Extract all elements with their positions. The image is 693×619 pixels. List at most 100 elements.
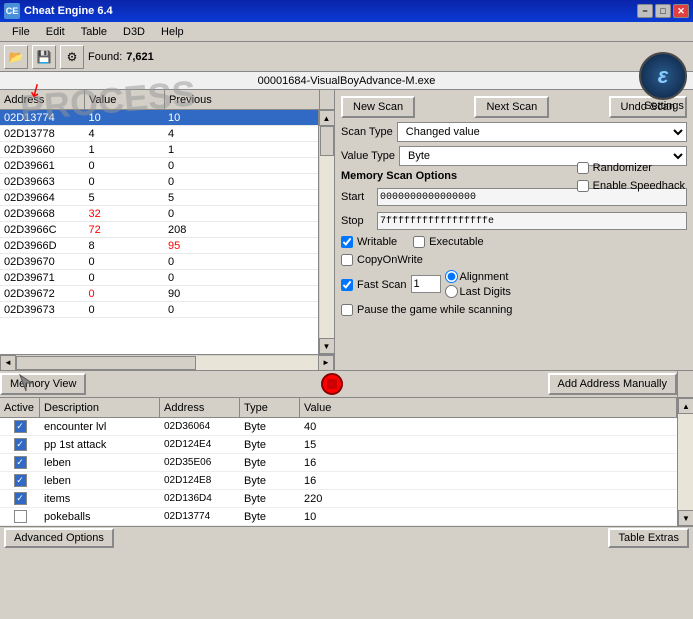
speedhack-checkbox[interactable] — [577, 180, 589, 192]
addr-checkbox[interactable] — [14, 492, 27, 505]
addr-scroll-down[interactable]: ▼ — [678, 510, 693, 526]
scan-scrollbar[interactable]: ▲ ▼ — [318, 110, 334, 354]
menu-edit[interactable]: Edit — [38, 24, 73, 40]
hscroll-left-btn[interactable]: ◄ — [0, 355, 16, 371]
addr-cell-value: 16 — [300, 454, 677, 471]
scan-cell-value: 4 — [84, 126, 164, 141]
minimize-button[interactable]: − — [637, 4, 653, 18]
stop-area — [86, 373, 547, 396]
add-address-button[interactable]: Add Address Manually — [548, 373, 677, 395]
addr-checkbox[interactable] — [14, 438, 27, 451]
executable-checkbox[interactable] — [413, 236, 425, 248]
addr-cell-active — [0, 472, 40, 489]
addr-cell-type: Byte — [240, 418, 300, 435]
scan-cell-value: 32 — [84, 206, 164, 221]
cow-label: CopyOnWrite — [357, 254, 423, 266]
scan-row[interactable]: 02D3967100 — [0, 270, 318, 286]
scan-row[interactable]: 02D3966011 — [0, 142, 318, 158]
toolbar-btn-2[interactable]: 💾 — [32, 45, 56, 69]
advanced-options-button[interactable]: Advanced Options — [4, 528, 114, 548]
writable-checkbox[interactable] — [341, 236, 353, 248]
address-table-inner: Active Description Address Type Value en… — [0, 398, 677, 526]
scan-row[interactable]: 02D3966C72208 — [0, 222, 318, 238]
addr-scroll-up[interactable]: ▲ — [678, 398, 693, 414]
scan-cell-previous: 1 — [164, 142, 318, 157]
addr-row[interactable]: leben02D35E06Byte16 — [0, 454, 677, 472]
fast-scan-checkbox[interactable] — [341, 279, 353, 291]
scan-hscrollbar[interactable]: ◄ ► — [0, 354, 334, 370]
side-scrollbar-top — [677, 371, 693, 397]
addr-row[interactable]: items02D136D4Byte220 — [0, 490, 677, 508]
scan-row[interactable]: 02D3966300 — [0, 174, 318, 190]
next-scan-button[interactable]: Next Scan — [474, 96, 549, 118]
cow-checkbox[interactable] — [341, 254, 353, 266]
scroll-thumb[interactable] — [320, 126, 334, 156]
toolbar-btn-3[interactable]: ⚙ — [60, 45, 84, 69]
scan-cell-value: 5 — [84, 190, 164, 205]
addr-scrollbar[interactable]: ▲ ▼ — [677, 398, 693, 526]
menu-table[interactable]: Table — [73, 24, 115, 40]
col-value-header: Value — [300, 398, 677, 417]
randomizer-label: Randomizer — [593, 162, 652, 174]
menu-file[interactable]: File — [4, 24, 38, 40]
menu-help[interactable]: Help — [153, 24, 192, 40]
address-rows: encounter lvl02D36064Byte40pp 1st attack… — [0, 418, 677, 526]
memory-scan-label: Memory Scan Options — [341, 170, 457, 182]
menu-bar: File Edit Table D3D Help — [0, 22, 693, 42]
pause-checkbox[interactable] — [341, 304, 353, 316]
app-title: Cheat Engine 6.4 — [24, 5, 113, 17]
addr-cell-desc: pokeballs — [40, 508, 160, 525]
scan-buttons: New Scan Next Scan Undo Scan — [341, 96, 687, 118]
value-type-label: Value Type — [341, 150, 395, 162]
scan-cell-address: 02D39673 — [0, 302, 84, 317]
scan-row[interactable]: 02D3967300 — [0, 302, 318, 318]
scan-row[interactable]: 02D3966100 — [0, 158, 318, 174]
scan-row[interactable]: 02D3966455 — [0, 190, 318, 206]
scan-cell-value: 0 — [84, 270, 164, 285]
stop-button[interactable] — [321, 373, 343, 395]
last-digits-radio[interactable] — [445, 285, 458, 298]
scroll-up-btn[interactable]: ▲ — [319, 110, 335, 126]
scan-row[interactable]: 02D39672090 — [0, 286, 318, 302]
addr-row[interactable]: pp 1st attack02D124E4Byte15 — [0, 436, 677, 454]
new-scan-button[interactable]: New Scan — [341, 96, 415, 118]
cow-row: CopyOnWrite — [341, 254, 687, 266]
scroll-track[interactable] — [320, 126, 334, 338]
address-table-area: Active Description Address Type Value en… — [0, 398, 693, 526]
close-button[interactable]: ✕ — [673, 4, 689, 18]
addr-row[interactable]: pokeballs02D13774Byte10 — [0, 508, 677, 526]
addr-cell-desc: leben — [40, 472, 160, 489]
stop-input[interactable] — [377, 212, 687, 230]
scan-row[interactable]: 02D1377844 — [0, 126, 318, 142]
scan-row[interactable]: 02D3966D895 — [0, 238, 318, 254]
menu-d3d[interactable]: D3D — [115, 24, 153, 40]
randomizer-checkbox[interactable] — [577, 162, 589, 174]
maximize-button[interactable]: □ — [655, 4, 671, 18]
scan-cell-value: 8 — [84, 238, 164, 253]
title-bar-left: CE Cheat Engine 6.4 — [4, 3, 113, 19]
addr-cell-type: Byte — [240, 508, 300, 525]
addr-cell-active — [0, 508, 40, 525]
scan-type-dropdown[interactable]: Changed value Exact value Bigger than Sm… — [397, 122, 687, 142]
fast-scan-input[interactable] — [411, 275, 441, 293]
scroll-down-btn[interactable]: ▼ — [319, 338, 335, 354]
scan-row[interactable]: 02D39668320 — [0, 206, 318, 222]
addr-checkbox[interactable] — [14, 474, 27, 487]
pointer-scan-icon[interactable] — [16, 373, 36, 393]
table-extras-button[interactable]: Table Extras — [608, 528, 689, 548]
hscroll-thumb[interactable] — [16, 356, 196, 370]
addr-row[interactable]: encounter lvl02D36064Byte40 — [0, 418, 677, 436]
col-type-header: Type — [240, 398, 300, 417]
scan-row[interactable]: 02D3967000 — [0, 254, 318, 270]
scan-row[interactable]: 02D137741010 — [0, 110, 318, 126]
addr-checkbox[interactable] — [14, 456, 27, 469]
addr-row[interactable]: leben02D124E8Byte16 — [0, 472, 677, 490]
toolbar-btn-1[interactable]: 📂 — [4, 45, 28, 69]
hscroll-right-btn[interactable]: ► — [318, 355, 334, 371]
memory-view-button[interactable]: Memory View — [0, 373, 86, 395]
alignment-radio[interactable] — [445, 270, 458, 283]
col-address-header: Address — [160, 398, 240, 417]
stop-label: Stop — [341, 215, 373, 227]
addr-checkbox[interactable] — [14, 420, 27, 433]
addr-checkbox[interactable] — [14, 510, 27, 523]
